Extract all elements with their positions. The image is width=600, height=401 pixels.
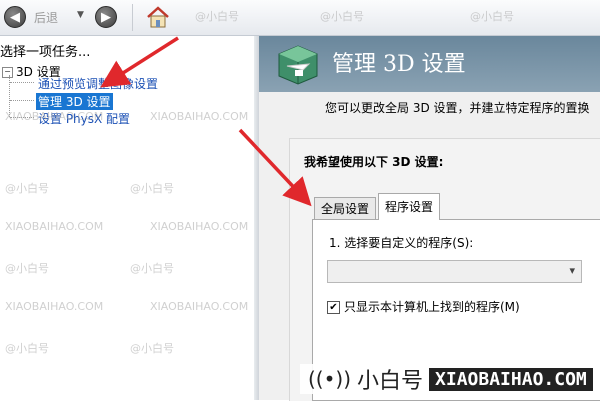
watermark-text: XIAOBAIHAO.COM [5, 300, 104, 313]
watermark-text: XIAOBAIHAO.COM [5, 110, 104, 123]
page-title: 管理 3D 设置 [332, 52, 466, 77]
checkbox-label: 只显示本计算机上找到的程序(M) [344, 300, 520, 314]
tab-program-settings[interactable]: 程序设置 [378, 193, 441, 220]
tree-item-manage-3d-settings[interactable]: 管理 3D 设置 [36, 93, 113, 110]
tree-connector [10, 100, 34, 101]
3d-settings-icon [278, 45, 318, 85]
back-button[interactable]: ◀ [4, 6, 26, 28]
page-description: 您可以更改全局 3D 设置，并建立特定程序的置换 [325, 101, 590, 115]
watermark-text: @小白号 [130, 182, 174, 195]
watermark-text: @小白号 [5, 342, 49, 355]
watermark-text: XIAOBAIHAO.COM [5, 220, 104, 233]
watermark-text: @小白号 [5, 262, 49, 275]
broadcast-icon: ((•)) [308, 367, 352, 391]
home-icon [147, 6, 169, 28]
arrow-left-icon: ◀ [10, 10, 20, 25]
tree-item-preview-image-settings[interactable]: 通过预览调整图像设置 [38, 75, 158, 92]
page-header: 管理 3D 设置 [259, 36, 600, 92]
settings-panel: 我希望使用以下 3D 设置: 全局设置 程序设置 1. 选择要自定义的程序(S)… [289, 138, 600, 401]
watermark-text: @小白号 [320, 10, 364, 23]
brand-name: 小白号 [357, 369, 424, 394]
watermark-text: XIAOBAIHAO.COM [150, 220, 249, 233]
brand-watermark: ((•)) 小白号 XIAOBAIHAO.COM [300, 364, 600, 394]
watermark-text: @小白号 [195, 10, 239, 23]
collapse-icon[interactable]: − [2, 67, 13, 78]
watermark-text: @小白号 [130, 262, 174, 275]
watermark-text: XIAOBAIHAO.COM [150, 110, 249, 123]
task-label: 选择一项任务... [0, 45, 91, 60]
home-button[interactable] [146, 5, 170, 29]
chevron-down-icon: ▾ [569, 264, 575, 277]
forward-button[interactable]: ▶ [95, 6, 117, 28]
toolbar-divider [132, 4, 133, 31]
back-dropdown-icon[interactable]: ▼ [77, 10, 84, 20]
show-local-programs-checkbox[interactable]: ✔ [327, 301, 340, 314]
show-local-programs-option[interactable]: ✔ 只显示本计算机上找到的程序(M) [327, 298, 520, 315]
back-label[interactable]: 后退 [34, 9, 58, 26]
program-select[interactable]: ▾ [327, 260, 582, 283]
content-panel: 管理 3D 设置 您可以更改全局 3D 设置，并建立特定程序的置换 我希望使用以… [259, 36, 600, 401]
select-program-label: 1. 选择要自定义的程序(S): [329, 236, 474, 250]
brand-domain: XIAOBAIHAO.COM [429, 367, 593, 391]
watermark-text: @小白号 [470, 10, 514, 23]
preference-label: 我希望使用以下 3D 设置: [304, 155, 444, 169]
watermark-text: XIAOBAIHAO.COM [150, 300, 249, 313]
arrow-right-icon: ▶ [101, 10, 111, 25]
tab-global-settings[interactable]: 全局设置 [314, 197, 377, 219]
watermark-text: @小白号 [5, 182, 49, 195]
watermark-text: @小白号 [130, 342, 174, 355]
tree-connector [10, 82, 34, 83]
